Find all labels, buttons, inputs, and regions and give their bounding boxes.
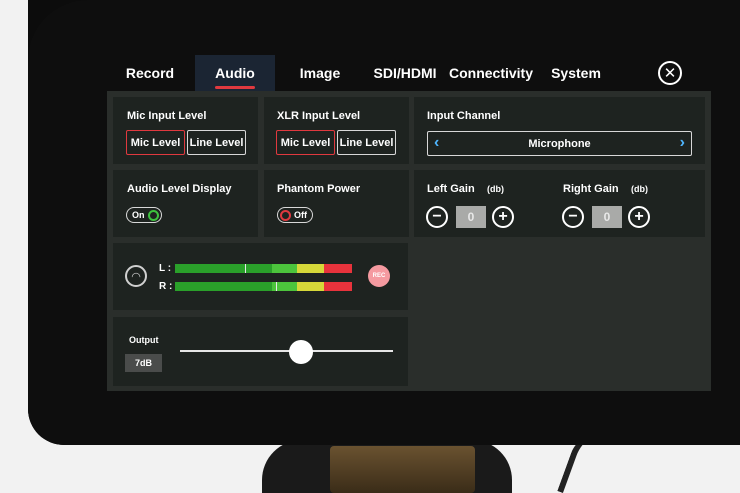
phantom-power-card xyxy=(264,170,409,237)
tab-sdi-hdmi[interactable]: SDI/HDMI xyxy=(367,55,443,91)
tab-record[interactable]: Record xyxy=(115,55,185,91)
output-slider-track[interactable] xyxy=(180,350,393,352)
minus-icon: − xyxy=(432,208,442,225)
tab-image[interactable]: Image xyxy=(290,55,350,91)
xlr-input-mic-level-button[interactable]: Mic Level xyxy=(276,130,335,155)
tab-audio[interactable]: Audio xyxy=(195,55,275,91)
mic-input-line-level-button[interactable]: Line Level xyxy=(187,130,246,155)
input-channel-title: Input Channel xyxy=(427,110,501,122)
close-icon: ✕ xyxy=(663,65,677,82)
xlr-input-line-level-button[interactable]: Line Level xyxy=(337,130,396,155)
close-button[interactable]: ✕ xyxy=(658,61,682,85)
right-gain-minus-button[interactable]: − xyxy=(562,206,584,228)
left-gain-value: 0 xyxy=(456,206,486,228)
right-gain-plus-button[interactable]: + xyxy=(628,206,650,228)
audio-level-display-card xyxy=(113,170,258,237)
input-channel-value: Microphone xyxy=(528,137,591,150)
meter-left-peak xyxy=(245,264,246,273)
phantom-power-toggle[interactable]: Off xyxy=(277,207,313,223)
output-value: 7dB xyxy=(125,354,162,372)
audio-meter-card xyxy=(113,243,408,310)
xlr-input-title: XLR Input Level xyxy=(277,110,361,122)
audio-level-display-title: Audio Level Display xyxy=(127,183,232,195)
right-gain-unit: (db) xyxy=(631,184,648,194)
tab-system[interactable]: System xyxy=(545,55,607,91)
left-gain-title: Left Gain xyxy=(427,183,475,195)
chevron-right-icon[interactable]: › xyxy=(680,134,685,152)
tab-connectivity[interactable]: Connectivity xyxy=(448,55,534,91)
minus-icon: − xyxy=(568,208,578,225)
rec-button[interactable]: REC xyxy=(368,265,390,287)
left-gain-unit: (db) xyxy=(487,184,504,194)
meter-right-label: R : xyxy=(159,281,173,292)
phantom-power-title: Phantom Power xyxy=(277,183,361,195)
meter-left xyxy=(175,264,352,273)
meter-left-label: L : xyxy=(159,263,172,274)
headphone-icon[interactable]: ◠ xyxy=(125,265,147,287)
meter-right xyxy=(175,282,352,291)
left-gain-plus-button[interactable]: + xyxy=(492,206,514,228)
screen: Record Audio Image SDI/HDMI Connectivity… xyxy=(0,0,740,493)
toggle-knob xyxy=(148,209,159,221)
plus-icon: + xyxy=(498,208,508,225)
mic-input-title: Mic Input Level xyxy=(127,110,207,122)
audio-level-display-toggle[interactable]: On xyxy=(126,207,162,223)
mic-input-mic-level-button[interactable]: Mic Level xyxy=(126,130,185,155)
meter-right-peak xyxy=(276,282,277,291)
right-gain-value: 0 xyxy=(592,206,622,228)
right-gain-title: Right Gain xyxy=(563,183,619,195)
toggle-knob xyxy=(280,209,291,221)
toggle-state-label: On xyxy=(132,210,145,220)
left-gain-minus-button[interactable]: − xyxy=(426,206,448,228)
output-title: Output xyxy=(129,335,159,345)
input-channel-selector[interactable]: ‹ Microphone › xyxy=(427,131,692,156)
chevron-left-icon[interactable]: ‹ xyxy=(434,134,439,152)
plus-icon: + xyxy=(634,208,644,225)
toggle-state-label: Off xyxy=(294,210,307,220)
